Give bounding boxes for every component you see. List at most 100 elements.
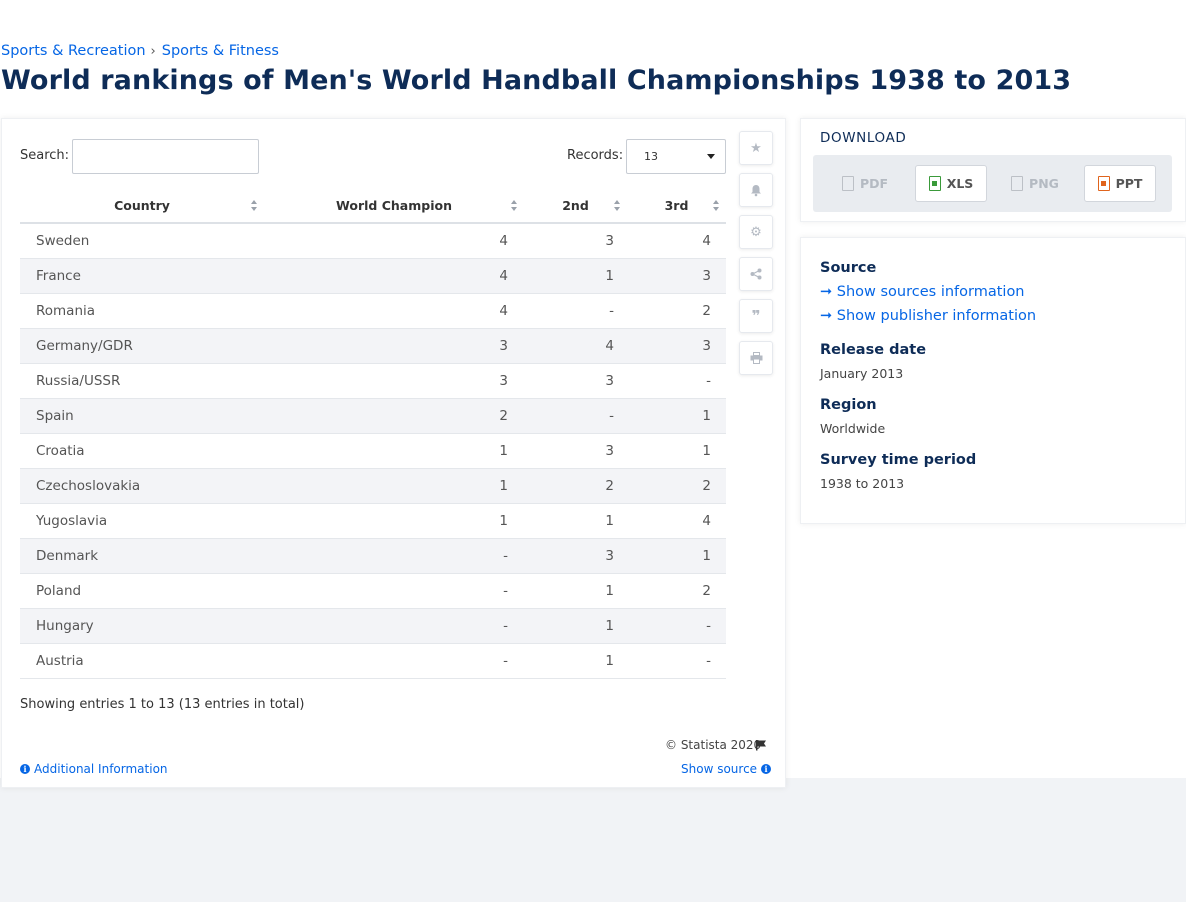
release-date-heading: Release date xyxy=(820,342,927,358)
star-icon: ★ xyxy=(750,140,762,156)
cell-3rd: 2 xyxy=(627,573,726,609)
table-row: Spain 2-1 xyxy=(20,398,726,434)
release-date-value: January 2013 xyxy=(820,366,904,381)
share-button[interactable] xyxy=(739,257,773,291)
table-row: Denmark -3 1 xyxy=(20,538,726,574)
download-png-label: PNG xyxy=(1029,176,1059,191)
cell-country: Sweden xyxy=(20,223,264,259)
records-value: 13 xyxy=(644,150,658,163)
chevron-down-icon xyxy=(707,154,715,159)
column-header-label: Country xyxy=(114,198,170,213)
table-row: Yugoslavia 1 1 4 xyxy=(20,503,726,539)
flag-icon[interactable] xyxy=(755,739,767,751)
cell-country: Yugoslavia xyxy=(20,503,264,539)
entries-info: Showing entries 1 to 13 (13 entries in t… xyxy=(20,697,305,712)
info-icon: i xyxy=(761,764,772,774)
column-header-world-champion[interactable]: World Champion xyxy=(264,189,524,224)
region-value: Worldwide xyxy=(820,421,886,436)
cell-2nd: 1 xyxy=(524,258,627,294)
share-icon xyxy=(750,268,762,280)
records-label: Records: xyxy=(567,148,624,163)
sort-icon xyxy=(251,200,258,212)
column-header-country[interactable]: Country xyxy=(20,189,264,224)
additional-information-label: Additional Information xyxy=(34,762,168,776)
column-header-label: 3rd xyxy=(664,198,689,213)
records-select[interactable]: 13 xyxy=(626,139,726,174)
cell-world-champion: 4 xyxy=(264,223,524,259)
arrow-right-icon: ➞ xyxy=(820,284,837,300)
bell-icon xyxy=(751,184,761,196)
cell-world-champion: - xyxy=(264,538,524,574)
download-pdf-button[interactable]: PDF xyxy=(829,165,901,202)
cell-country: Romania xyxy=(20,293,264,329)
survey-period-heading: Survey time period xyxy=(820,452,977,468)
breadcrumb-separator: › xyxy=(150,44,156,59)
cell-3rd: 4 xyxy=(627,223,726,259)
table-row: Romania 4-2 xyxy=(20,293,726,329)
cell-2nd: - xyxy=(524,398,627,434)
cell-3rd: 2 xyxy=(627,468,726,504)
download-xls-button[interactable]: XLS xyxy=(915,165,987,202)
cell-3rd: 3 xyxy=(627,258,726,294)
table-row: Sweden 4 3 4 xyxy=(20,223,726,259)
gear-icon: ⚙ xyxy=(750,224,762,240)
cell-country: Czechoslovakia xyxy=(20,468,264,504)
column-header-3rd[interactable]: 3rd xyxy=(627,189,726,224)
cell-2nd: 1 xyxy=(524,608,627,644)
breadcrumb-sports-fitness[interactable]: Sports & Fitness xyxy=(162,43,279,59)
cell-3rd: 2 xyxy=(627,293,726,329)
cell-world-champion: - xyxy=(264,643,524,679)
cell-2nd: 3 xyxy=(524,433,627,469)
breadcrumb-sports-recreation[interactable]: Sports & Recreation xyxy=(1,43,146,59)
sort-icon xyxy=(511,200,518,212)
region-heading: Region xyxy=(820,397,877,413)
cell-3rd: 4 xyxy=(627,503,726,539)
page-title: World rankings of Men's World Handball C… xyxy=(1,65,1072,96)
show-publisher-label: Show publisher information xyxy=(836,308,1037,324)
cell-world-champion: 3 xyxy=(264,363,524,399)
cell-country: Hungary xyxy=(20,608,264,644)
table-row: Russia/USSR 3 3- xyxy=(20,363,726,399)
search-label: Search: xyxy=(20,148,70,163)
settings-button[interactable]: ⚙ xyxy=(739,215,773,249)
cell-country: Denmark xyxy=(20,538,264,574)
favorite-button[interactable]: ★ xyxy=(739,131,773,165)
sort-icon xyxy=(713,200,720,212)
source-heading: Source xyxy=(820,260,877,276)
cell-2nd: 1 xyxy=(524,503,627,539)
cell-world-champion: 1 xyxy=(264,503,524,539)
additional-information-link[interactable]: i Additional Information xyxy=(20,762,168,776)
cell-world-champion: 4 xyxy=(264,293,524,329)
download-pdf-label: PDF xyxy=(859,176,889,191)
print-button[interactable] xyxy=(739,341,773,375)
cell-3rd: 1 xyxy=(627,398,726,434)
ppt-file-icon xyxy=(1097,176,1110,191)
show-source-label: Show source xyxy=(681,762,758,776)
column-header-2nd[interactable]: 2nd xyxy=(524,189,627,224)
cell-2nd: 2 xyxy=(524,468,627,504)
cell-world-champion: 2 xyxy=(264,398,524,434)
cell-2nd: 3 xyxy=(524,538,627,574)
download-png-button[interactable]: PNG xyxy=(999,165,1071,202)
cite-button[interactable]: ❞ xyxy=(739,299,773,333)
breadcrumb: Sports & Recreation › Sports & Fitness xyxy=(1,43,279,59)
show-source-link[interactable]: Show source i xyxy=(681,762,772,776)
show-sources-link[interactable]: ➞ Show sources information xyxy=(820,284,1025,300)
cell-world-champion: - xyxy=(264,573,524,609)
notification-button[interactable] xyxy=(739,173,773,207)
cell-3rd: 1 xyxy=(627,538,726,574)
xls-file-icon xyxy=(928,176,941,191)
download-ppt-button[interactable]: PPT xyxy=(1084,165,1156,202)
show-publisher-link[interactable]: ➞ Show publisher information xyxy=(820,308,1036,324)
cell-country: France xyxy=(20,258,264,294)
cell-country: Croatia xyxy=(20,433,264,469)
cell-2nd: 1 xyxy=(524,643,627,679)
copyright-text: © Statista 2020 xyxy=(665,738,762,752)
cell-world-champion: - xyxy=(264,608,524,644)
print-icon xyxy=(750,352,762,364)
cell-3rd: 1 xyxy=(627,433,726,469)
cell-world-champion: 1 xyxy=(264,468,524,504)
show-sources-label: Show sources information xyxy=(836,284,1025,300)
sort-icon xyxy=(614,200,621,212)
search-input[interactable] xyxy=(72,139,259,174)
